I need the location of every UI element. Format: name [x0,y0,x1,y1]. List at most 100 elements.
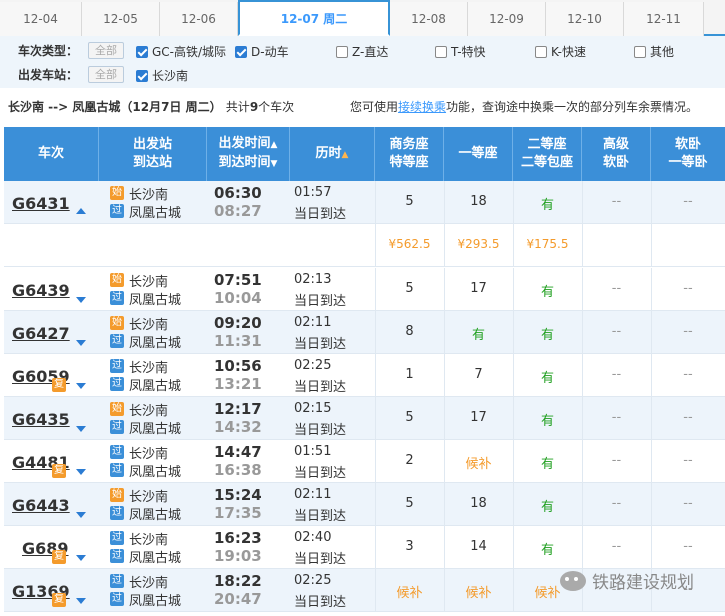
seat-biz-cell[interactable]: 8 [375,324,444,339]
sort-duration-icon[interactable]: ▲ [342,150,349,160]
tab-date-6[interactable]: 12-10 [546,2,624,36]
checkbox-icon[interactable] [435,45,447,58]
price-row: ¥562.5 ¥293.5 ¥175.5 [4,224,725,267]
checkbox-icon[interactable] [634,45,646,58]
seat-first-cell[interactable]: 候补 [444,582,513,601]
station-checkbox-0[interactable]: 长沙南 [136,67,188,84]
station-type-icon: 过 [110,204,124,218]
departure-time: 18:22 [214,572,262,590]
seat-first-cell[interactable]: 14 [444,539,513,554]
expand-arrow-icon[interactable] [76,512,86,518]
transfer-link[interactable]: 接续换乘 [398,100,446,114]
seat-second-cell[interactable]: 有 [513,367,582,386]
departure-time: 07:51 [214,271,262,289]
seat-first-cell[interactable]: 18 [444,194,513,209]
checkbox-icon[interactable] [535,45,547,58]
seat-second-cell[interactable]: 有 [513,324,582,343]
arrival-station: 凤凰古城 [129,594,182,609]
train-type-checkbox-0[interactable]: GC-高铁/城际 [136,43,226,60]
tab-date-3[interactable]: 12-07 周二 [238,0,390,36]
sort-up-icon[interactable]: ▲ [271,140,278,150]
train-row[interactable]: G6443 始长沙南过凤凰古城 15:24 17:35 02:11 当日到达 5 18 有 -- -… [4,483,725,526]
expand-arrow-icon[interactable] [76,598,86,604]
seat-first-cell[interactable]: 18 [444,496,513,511]
column-divider [444,224,445,266]
seat-second-cell[interactable]: 有 [513,194,582,213]
train-type-label-0: GC-高铁/城际 [152,45,227,59]
seat-hisoft-cell: -- [611,410,622,425]
checkbox-icon[interactable] [336,45,348,58]
col-business-label: 商务座 [389,137,429,152]
train-type-all-button[interactable]: 全部 [88,41,124,59]
seat-second-cell[interactable]: 有 [513,496,582,515]
seat-first-cell[interactable]: 候补 [444,453,513,472]
seat-second-cell[interactable]: 有 [513,281,582,300]
train-row[interactable]: G6439 始长沙南过凤凰古城 07:51 10:04 02:13 当日到达 5 17 有 -- -… [4,268,725,311]
checkbox-icon[interactable] [235,45,247,58]
train-number-link[interactable]: G6431 [12,194,70,213]
duration: 02:15 [294,401,332,416]
expand-arrow-icon[interactable] [76,469,86,475]
train-type-label-5: 其他 [650,45,675,59]
train-row[interactable]: G6059 复过长沙南过凤凰古城 10:56 13:21 02:25 当日到达 1 7 有 -- -… [4,354,725,397]
departure-time: 15:24 [214,486,262,504]
tab-date-0[interactable]: 12-04 [0,2,82,36]
train-number-link[interactable]: G6427 [12,324,70,343]
train-type-checkbox-5[interactable]: 其他 [634,43,674,60]
tab-date-2[interactable]: 12-06 [160,2,238,36]
column-divider [651,224,652,266]
tab-date-1[interactable]: 12-05 [82,2,160,36]
col-duration[interactable]: 历时▲ [290,127,375,181]
seat-first-cell[interactable]: 17 [444,410,513,425]
collapse-arrow-icon[interactable] [76,208,86,214]
seat-first-cell[interactable]: 7 [444,367,513,382]
seat-biz-cell[interactable]: 2 [375,453,444,468]
train-row[interactable]: G6431 始长沙南过凤凰古城 06:30 08:27 01:57 当日到达 5 18 有 -- -… [4,181,725,224]
station-type-icon: 过 [110,574,124,588]
seat-biz-cell[interactable]: 5 [375,194,444,209]
seat-biz-cell[interactable]: 5 [375,410,444,425]
station-label-0: 长沙南 [152,69,189,83]
train-type-checkbox-3[interactable]: T-特快 [435,43,486,60]
seat-first-cell[interactable]: 有 [444,324,513,343]
col-first: 一等座 [444,127,513,181]
train-number-link[interactable]: G6443 [12,496,70,515]
train-type-checkbox-4[interactable]: K-快速 [535,43,586,60]
seat-first-cell[interactable]: 17 [444,281,513,296]
train-row[interactable]: G689 复过长沙南过凤凰古城 16:23 19:03 02:40 当日到达 3 14 有 -- -… [4,526,725,569]
train-row[interactable]: G4481 复过长沙南过凤凰古城 14:47 16:38 01:51 当日到达 2 候补有 --… [4,440,725,483]
seat-biz-cell[interactable]: 1 [375,367,444,382]
tab-date-7[interactable]: 12-11 [624,2,704,36]
station-type-icon: 始 [110,273,124,287]
expand-arrow-icon[interactable] [76,340,86,346]
seat-second-cell[interactable]: 有 [513,453,582,472]
expand-arrow-icon[interactable] [76,426,86,432]
checkbox-icon[interactable] [136,69,148,82]
seat-biz-cell[interactable]: 5 [375,281,444,296]
seat-biz-cell[interactable]: 3 [375,539,444,554]
station-all-button[interactable]: 全部 [88,65,124,83]
sort-down-icon[interactable]: ▼ [271,159,278,169]
train-type-checkbox-1[interactable]: D-动车 [235,43,289,60]
result-count: 9 [249,100,259,114]
expand-arrow-icon[interactable] [76,383,86,389]
seat-biz-cell[interactable]: 5 [375,496,444,511]
col-times[interactable]: 出发时间▲ 到达时间▼ [207,127,290,181]
expand-arrow-icon[interactable] [76,297,86,303]
arrival-time: 20:47 [214,590,262,608]
train-row[interactable]: G6427 始长沙南过凤凰古城 09:20 11:31 02:11 当日到达 8 有有 -- -- [4,311,725,354]
train-number-link[interactable]: G6435 [12,410,70,429]
train-number-link[interactable]: G6439 [12,281,70,300]
arrival-station: 凤凰古城 [129,465,182,480]
tab-date-5[interactable]: 12-09 [468,2,546,36]
seat-second-cell[interactable]: 有 [513,410,582,429]
train-row[interactable]: G6435 始长沙南过凤凰古城 12:17 14:32 02:15 当日到达 5 17 有 -- -… [4,397,725,440]
seat-second-cell[interactable]: 有 [513,539,582,558]
expand-arrow-icon[interactable] [76,555,86,561]
train-type-checkbox-2[interactable]: Z-直达 [336,43,388,60]
fuxing-badge-icon: 复 [52,378,66,392]
column-divider [582,224,583,266]
checkbox-icon[interactable] [136,45,148,58]
seat-biz-cell[interactable]: 候补 [375,582,444,601]
tab-date-4[interactable]: 12-08 [390,2,468,36]
